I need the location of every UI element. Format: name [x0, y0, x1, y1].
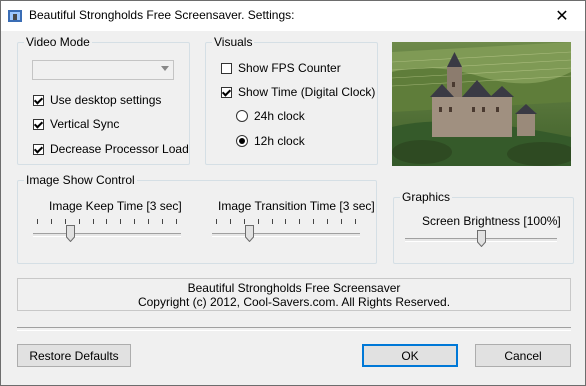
copyright-line: Copyright (c) 2012, Cool-Savers.com. All…	[137, 295, 451, 309]
use-desktop-settings-checkbox[interactable]: Use desktop settings	[33, 92, 161, 108]
cancel-button[interactable]: Cancel	[475, 344, 571, 367]
slider-ticks	[216, 219, 356, 225]
clock-24h-radio[interactable]: 24h clock	[236, 108, 305, 124]
slider-thumb[interactable]	[66, 225, 75, 242]
video-mode-select[interactable]	[32, 60, 174, 80]
use-desktop-settings-label: Use desktop settings	[50, 93, 162, 107]
decrease-processor-load-label: Decrease Processor Load	[50, 142, 189, 156]
screen-brightness-label: Screen Brightness [100%]	[422, 214, 561, 228]
chevron-down-icon	[161, 66, 169, 71]
show-fps-label: Show FPS Counter	[238, 61, 341, 75]
clock-12h-radio[interactable]: 12h clock	[236, 133, 305, 149]
restore-defaults-button[interactable]: Restore Defaults	[17, 344, 131, 367]
clock-12h-label: 12h clock	[254, 134, 305, 148]
clock-24h-label: 24h clock	[254, 109, 305, 123]
slider-thumb[interactable]	[477, 230, 486, 247]
close-icon: ✕	[555, 8, 569, 25]
clock-24h-radio-circle[interactable]	[236, 110, 248, 122]
screen-brightness-slider[interactable]	[405, 227, 557, 257]
decrease-processor-load-checkbox[interactable]: Decrease Processor Load	[33, 141, 189, 157]
show-time-label: Show Time (Digital Clock)	[238, 85, 376, 99]
use-desktop-settings-box[interactable]	[33, 94, 44, 106]
show-time-checkbox[interactable]: Show Time (Digital Clock)	[221, 84, 375, 100]
ok-button[interactable]: OK	[362, 344, 458, 367]
slider-track	[33, 233, 181, 237]
settings-window: Beautiful Strongholds Free Screensaver. …	[0, 0, 586, 386]
product-name-line: Beautiful Strongholds Free Screensaver	[187, 281, 401, 295]
vertical-sync-checkbox[interactable]: Vertical Sync	[33, 116, 119, 132]
visuals-legend: Visuals	[212, 35, 255, 49]
image-keep-time-label: Image Keep Time [3 sec]	[49, 199, 182, 213]
window-title: Beautiful Strongholds Free Screensaver. …	[29, 8, 295, 22]
graphics-legend: Graphics	[400, 190, 453, 204]
show-time-box[interactable]	[221, 86, 232, 98]
castle-illustration	[392, 42, 571, 166]
vertical-sync-label: Vertical Sync	[50, 117, 120, 131]
video-mode-legend: Video Mode	[24, 35, 92, 49]
image-show-control-legend: Image Show Control	[24, 173, 137, 187]
divider	[17, 327, 571, 331]
show-fps-checkbox[interactable]: Show FPS Counter	[221, 60, 341, 76]
image-transition-time-label: Image Transition Time [3 sec]	[218, 199, 375, 213]
about-info-box: Beautiful Strongholds Free Screensaver C…	[17, 278, 571, 311]
app-icon	[8, 10, 22, 22]
slider-track	[212, 233, 360, 237]
vertical-sync-box[interactable]	[33, 118, 44, 130]
image-transition-time-slider[interactable]	[212, 219, 360, 249]
show-fps-box[interactable]	[221, 62, 232, 74]
clock-12h-radio-circle[interactable]	[236, 135, 248, 147]
decrease-processor-load-box[interactable]	[33, 143, 44, 155]
slider-ticks	[37, 219, 177, 225]
slider-thumb[interactable]	[245, 225, 254, 242]
image-keep-time-slider[interactable]	[33, 219, 181, 249]
title-bar[interactable]: Beautiful Strongholds Free Screensaver. …	[1, 1, 585, 31]
castle-preview-image	[392, 42, 571, 166]
close-button[interactable]: ✕	[539, 1, 585, 31]
